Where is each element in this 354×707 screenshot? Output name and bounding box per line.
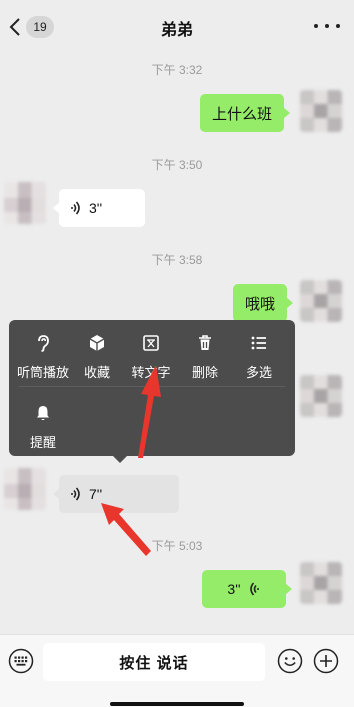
- voice-message-bubble[interactable]: 3'': [202, 570, 292, 608]
- dot-icon: [336, 24, 340, 28]
- message-text: 上什么班: [212, 105, 273, 123]
- voice-duration: 3'': [227, 581, 241, 597]
- timestamp: 下午 3:50: [151, 158, 203, 172]
- dot-icon: [325, 24, 329, 28]
- timestamp: 下午 5:03: [151, 539, 203, 553]
- voice-wave-icon: [249, 582, 259, 596]
- my-avatar[interactable]: [300, 562, 342, 604]
- hold-to-talk-button[interactable]: 按住 说话: [43, 643, 265, 681]
- menu-item-favorite[interactable]: 收藏: [69, 334, 125, 390]
- input-bar: 按住 说话: [0, 634, 354, 707]
- menu-item-multiselect[interactable]: 多选: [231, 334, 287, 390]
- voice-wave-icon: [71, 201, 80, 215]
- chat-header: 19 弟弟: [0, 0, 354, 52]
- dot-icon: [314, 24, 318, 28]
- menu-item-remind[interactable]: 提醒: [15, 404, 71, 460]
- plus-icon[interactable]: [313, 648, 339, 674]
- menu-item-label: 多选: [245, 365, 272, 380]
- voice-duration: 3'': [89, 200, 103, 216]
- contact-avatar[interactable]: [4, 182, 46, 224]
- menu-item-label: 听筒播放: [16, 365, 69, 380]
- message-text: 哦哦: [245, 295, 276, 313]
- menu-item-label: 收藏: [83, 365, 110, 380]
- voice-wave-icon: [71, 487, 80, 501]
- home-indicator: [110, 702, 244, 706]
- contact-avatar[interactable]: [4, 468, 46, 510]
- message-context-menu: 听筒播放 收藏 转文字 删除 多选 提醒: [9, 320, 295, 463]
- message-bubble[interactable]: 上什么班: [200, 94, 291, 132]
- ear-icon: [38, 335, 49, 352]
- emoji-icon[interactable]: [277, 648, 303, 674]
- my-avatar[interactable]: [300, 90, 342, 132]
- menu-item-delete[interactable]: 删除: [177, 334, 233, 390]
- menu-item-label: 提醒: [29, 435, 56, 450]
- menu-divider: [19, 386, 285, 387]
- menu-item-label: 删除: [191, 365, 218, 380]
- timestamp: 下午 3:58: [151, 253, 203, 267]
- text-convert-icon: [143, 335, 159, 351]
- more-button[interactable]: [314, 18, 340, 34]
- menu-item-label: 转文字: [131, 365, 171, 380]
- voice-duration: 7'': [89, 486, 103, 502]
- keyboard-icon[interactable]: [8, 648, 34, 674]
- my-avatar[interactable]: [300, 375, 342, 417]
- message-bubble[interactable]: 哦哦: [233, 284, 294, 322]
- voice-message-bubble[interactable]: 3'': [53, 189, 145, 227]
- chat-title: 弟弟: [160, 22, 193, 39]
- menu-item-earpiece[interactable]: 听筒播放: [15, 334, 71, 390]
- multiselect-icon: [251, 336, 266, 350]
- voice-message-bubble[interactable]: 7'': [53, 475, 179, 513]
- menu-item-convert-to-text[interactable]: 转文字: [123, 334, 179, 390]
- trash-icon: [199, 335, 211, 350]
- cube-icon: [89, 335, 105, 351]
- timestamp: 下午 3:32: [151, 63, 203, 77]
- bell-icon: [37, 406, 49, 421]
- my-avatar[interactable]: [300, 280, 342, 322]
